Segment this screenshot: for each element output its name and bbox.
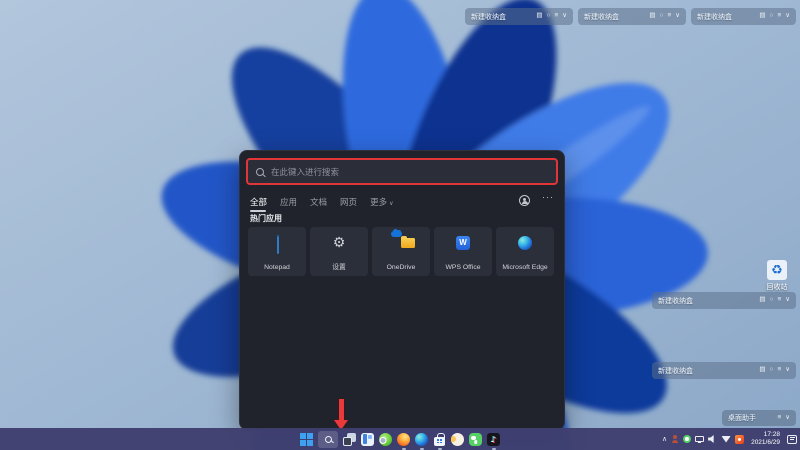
douyin-icon[interactable]: ♪ [487, 433, 500, 446]
taskbar-search-button[interactable] [318, 431, 338, 448]
app-tile-microsoft-edge[interactable]: Microsoft Edge [496, 227, 554, 276]
account-icon[interactable] [519, 195, 530, 206]
chevron-down-icon[interactable]: ∨ [785, 13, 790, 20]
tab-web[interactable]: 网页 [340, 196, 357, 208]
storage-box-bar[interactable]: 新建收纳盒 ▤ ○ ≡ ∨ [465, 8, 573, 25]
tray-user-icon[interactable] [671, 435, 679, 443]
pin-icon[interactable]: ○ [770, 297, 774, 304]
selected-tab-underline [250, 210, 266, 212]
search-placeholder: 在此键入进行搜索 [271, 166, 339, 178]
pin-icon[interactable]: ○ [770, 13, 774, 20]
tray-volume-icon[interactable] [708, 435, 717, 443]
tray-display-icon[interactable] [695, 436, 704, 442]
recycle-bin[interactable]: ♻ 回收站 [758, 260, 796, 292]
hidden-icons-chevron-icon[interactable]: ∧ [662, 436, 667, 443]
app-360-browser-icon[interactable] [379, 433, 392, 446]
storage-box-bar[interactable]: 新建收纳盒 ▤ ○ ≡ ∨ [652, 292, 796, 309]
chevron-down-icon[interactable]: ∨ [785, 415, 790, 422]
tray-time: 17:28 [751, 431, 780, 439]
tray-clock[interactable]: 17:28 2021/6/29 [751, 431, 780, 447]
desktop: 新建收纳盒 ▤ ○ ≡ ∨ 新建收纳盒 ▤ ○ ≡ ∨ 新建收纳盒 ▤ ○ ≡ … [0, 0, 800, 450]
taskbar: ♪ ∧ 17:28 2021/6/29 [0, 428, 800, 450]
edge-icon [518, 236, 532, 250]
wechat-icon[interactable] [469, 433, 482, 446]
chevron-down-icon[interactable]: ∨ [562, 13, 567, 20]
app-tile-settings[interactable]: ⚙ 设置 [310, 227, 368, 276]
storage-box-title: 新建收纳盒 [471, 12, 506, 22]
system-tray: ∧ 17:28 2021/6/29 [662, 428, 797, 450]
tray-network-icon[interactable] [721, 436, 731, 443]
search-input[interactable]: 在此键入进行搜索 [246, 158, 558, 185]
recycle-bin-icon[interactable]: ♻ [767, 260, 787, 280]
search-panel: 在此键入进行搜索 全部 应用 文档 网页 更多∨ ··· 热门应用 Notepa… [239, 150, 565, 430]
tray-360-icon[interactable] [735, 435, 744, 444]
search-icon [256, 168, 264, 176]
gear-icon: ⚙ [333, 236, 346, 250]
app-tile-notepad[interactable]: Notepad [248, 227, 306, 276]
app-tile-wps-office[interactable]: W WPS Office [434, 227, 492, 276]
tab-more[interactable]: 更多∨ [370, 196, 393, 208]
annotation-arrow [334, 399, 348, 430]
storage-box-title: 新建收纳盒 [658, 366, 693, 376]
tray-wechat-icon[interactable] [683, 435, 691, 443]
edge-icon[interactable] [415, 433, 428, 446]
storage-box-bar[interactable]: 新建收纳盒 ▤ ○ ≡ ∨ [578, 8, 686, 25]
taskbar-center-icons: ♪ [300, 428, 500, 450]
wps-office-icon: W [456, 236, 470, 250]
storage-box-title: 新建收纳盒 [697, 12, 732, 22]
start-button-windows-icon[interactable] [300, 433, 313, 446]
chevron-down-icon: ∨ [389, 201, 393, 207]
chevron-down-icon[interactable]: ∨ [785, 367, 790, 374]
storage-box-bar[interactable]: 新建收纳盒 ▤ ○ ≡ ∨ [691, 8, 796, 25]
recycle-bin-label: 回收站 [758, 282, 796, 292]
grid-icon[interactable]: ▤ [759, 13, 765, 20]
search-filter-tabs: 全部 应用 文档 网页 更多∨ [250, 196, 393, 208]
storage-box-bar[interactable]: 新建收纳盒 ▤ ○ ≡ ∨ [652, 362, 796, 379]
storage-box-title: 新建收纳盒 [658, 296, 693, 306]
search-icon [325, 436, 332, 443]
firefox-icon[interactable] [397, 433, 410, 446]
grid-icon[interactable]: ▤ [536, 13, 542, 20]
options-ellipsis-icon[interactable]: ··· [542, 192, 554, 202]
tab-apps[interactable]: 应用 [280, 196, 297, 208]
chevron-down-icon[interactable]: ∨ [675, 13, 680, 20]
list-icon[interactable]: ≡ [777, 13, 781, 20]
list-icon[interactable]: ≡ [777, 297, 781, 304]
notification-center-icon[interactable] [787, 435, 797, 444]
top-apps-section-title: 热门应用 [250, 213, 282, 224]
tab-documents[interactable]: 文档 [310, 196, 327, 208]
grid-icon[interactable]: ▤ [759, 367, 765, 374]
list-icon[interactable]: ≡ [777, 415, 781, 422]
list-icon[interactable]: ≡ [554, 13, 558, 20]
top-apps-row: Notepad ⚙ 设置 OneDrive W WPS Office Micro… [248, 227, 554, 276]
list-icon[interactable]: ≡ [667, 13, 671, 20]
pin-icon[interactable]: ○ [770, 367, 774, 374]
notepad-icon [277, 235, 279, 254]
app-tile-onedrive[interactable]: OneDrive [372, 227, 430, 276]
pin-icon[interactable]: ○ [547, 13, 551, 20]
tab-all[interactable]: 全部 [250, 196, 267, 208]
storage-box-title: 新建收纳盒 [584, 12, 619, 22]
microsoft-store-icon[interactable] [433, 433, 446, 446]
list-icon[interactable]: ≡ [777, 367, 781, 374]
desktop-helper-label: 桌面助手 [728, 413, 756, 423]
widgets-button[interactable] [361, 433, 374, 446]
desktop-helper-bar[interactable]: 桌面助手 ≡ ∨ [722, 410, 796, 426]
grid-icon[interactable]: ▤ [649, 13, 655, 20]
tray-date: 2021/6/29 [751, 439, 780, 447]
grid-icon[interactable]: ▤ [759, 297, 765, 304]
chevron-down-icon[interactable]: ∨ [785, 297, 790, 304]
task-view-button[interactable] [343, 433, 356, 446]
music-app-icon[interactable] [451, 433, 464, 446]
pin-icon[interactable]: ○ [660, 13, 664, 20]
